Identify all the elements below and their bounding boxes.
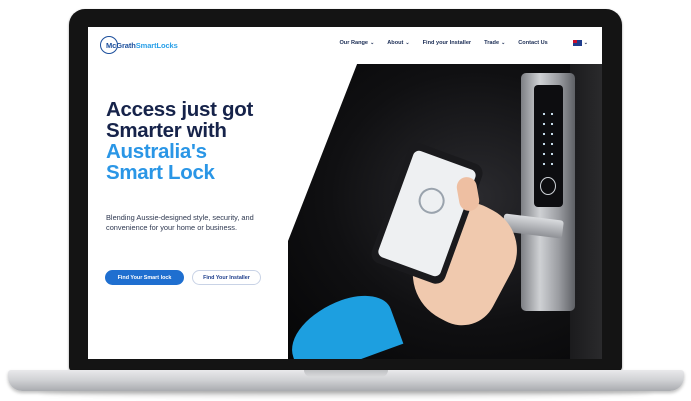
keypad-icon [540, 109, 557, 169]
logo[interactable]: McGrathSmartLocks [100, 36, 178, 54]
find-installer-button[interactable]: Find Your Installer [192, 270, 261, 285]
laptop-notch [304, 370, 388, 377]
australia-flag-icon [572, 40, 582, 46]
nav-our-range-label: Our Range [339, 40, 369, 46]
chevron-down-icon: ⌄ [370, 40, 375, 46]
hero-title-line1: Access just got [106, 98, 254, 121]
chevron-down-icon: ⌄ [583, 40, 588, 46]
nav-find-installer-label: Find your Installer [422, 40, 472, 46]
nav-about-label: About [387, 40, 404, 46]
main-menu: Our Range ⌄ About ⌄ Find your Installer Tr… [326, 40, 588, 46]
find-smart-lock-button[interactable]: Find Your Smart lock [105, 270, 184, 285]
laptop-base [8, 370, 684, 391]
chevron-down-icon: ⌄ [405, 40, 410, 46]
hero-title: Access just got Smarter with Australia's… [106, 99, 253, 183]
site-header: McGrathSmartLocks Our Range ⌄ About ⌄ Find… [88, 27, 602, 64]
nav-contact-label: Contact Us [518, 40, 548, 46]
unlock-circle-icon [414, 184, 449, 218]
logo-text-part2: SmartLocks [135, 40, 178, 50]
chevron-down-icon: ⌄ [501, 40, 506, 46]
language-selector[interactable]: ⌄ [561, 40, 588, 46]
hero-title-line3: Australia's [106, 140, 207, 163]
nav-contact[interactable]: Contact Us [518, 40, 548, 46]
nav-trade[interactable]: Trade ⌄ [484, 40, 505, 46]
nav-about[interactable]: About ⌄ [387, 40, 409, 46]
hero-title-line4: Smart Lock [106, 161, 215, 184]
logo-text-part1: McGrath [106, 40, 136, 50]
laptop-screen: McGrathSmartLocks Our Range ⌄ About ⌄ Find… [88, 27, 602, 359]
nav-our-range[interactable]: Our Range ⌄ [339, 40, 374, 46]
logo-text: McGrathSmartLocks [106, 41, 178, 50]
nav-find-installer[interactable]: Find your Installer [423, 40, 472, 46]
hero-subtitle: Blending Aussie-designed style, security… [106, 213, 254, 232]
hero-title-line2: Smarter with [106, 119, 227, 142]
fingerprint-icon [540, 177, 556, 195]
nav-trade-label: Trade [484, 40, 500, 46]
